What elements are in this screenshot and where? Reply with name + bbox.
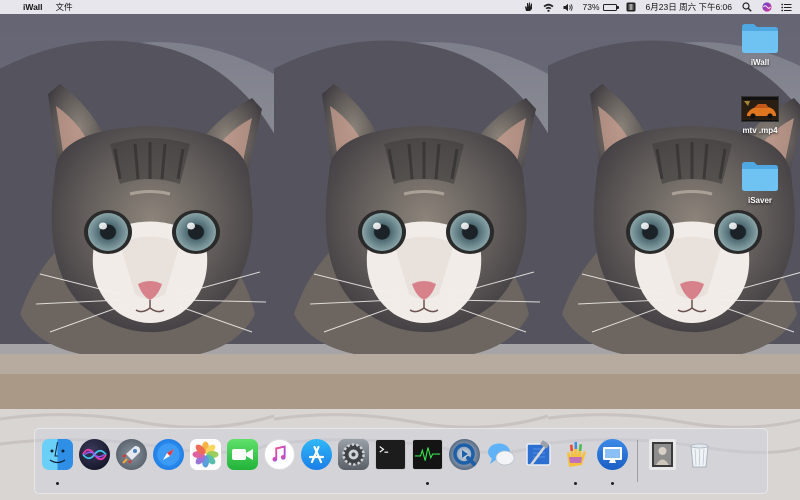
dock-facetime[interactable] (224, 435, 261, 487)
battery-status[interactable]: 73% (582, 2, 619, 12)
running-indicator (426, 482, 429, 485)
desktop-item-iwall-folder[interactable]: iWall (730, 22, 790, 67)
dock (34, 428, 768, 494)
app-menu-iwall[interactable]: iWall (23, 2, 43, 12)
folder-icon (742, 24, 778, 53)
folder-icon (742, 162, 778, 191)
itunes-icon (264, 439, 295, 470)
dock-terminal[interactable] (372, 435, 409, 487)
desktop-item-isaver-folder[interactable]: iSaver (730, 160, 790, 205)
running-indicator (574, 482, 577, 485)
battery-icon (602, 3, 619, 11)
messages-icon (486, 439, 517, 470)
input-method-icon[interactable] (626, 2, 637, 12)
volume-icon[interactable] (563, 3, 574, 12)
dock-separator (637, 440, 638, 482)
dock-activity-monitor[interactable] (409, 435, 446, 487)
photos-icon (190, 439, 221, 470)
notification-center-icon[interactable] (781, 3, 792, 12)
dock-xcode[interactable] (520, 435, 557, 487)
dock-quicktime[interactable] (446, 435, 483, 487)
dock-siri[interactable] (76, 435, 113, 487)
dock-photos[interactable] (187, 435, 224, 487)
xcode-icon (523, 439, 554, 470)
gear-icon (338, 439, 369, 470)
desktop-item-mtv-video[interactable]: mtv .mp4 (730, 96, 790, 135)
paint-hand-icon (560, 439, 591, 470)
dock-trash[interactable] (681, 435, 718, 487)
dock-system-preferences[interactable] (335, 435, 372, 487)
desktop-item-label: mtv .mp4 (742, 126, 778, 135)
running-indicator (56, 482, 59, 485)
app-store-icon (301, 439, 332, 470)
dock-itunes[interactable] (261, 435, 298, 487)
dock-app-store[interactable] (298, 435, 335, 487)
running-indicator (611, 482, 614, 485)
dock-finder[interactable] (39, 435, 76, 487)
dock-paint-hand[interactable] (557, 435, 594, 487)
dock-messages[interactable] (483, 435, 520, 487)
dock-launchpad[interactable] (113, 435, 150, 487)
desktop-item-label: iWall (750, 58, 770, 67)
activity-monitor-icon (412, 439, 443, 470)
safari-icon (153, 439, 184, 470)
desktop-item-label: iSaver (747, 196, 773, 205)
dock-safari[interactable] (150, 435, 187, 487)
facetime-icon (227, 439, 258, 470)
dock-iwall-monitor[interactable] (594, 435, 631, 487)
hand-icon[interactable] (523, 2, 534, 12)
downloads-stack-icon (649, 439, 676, 470)
siri-app-icon (79, 439, 110, 470)
monitor-icon (597, 439, 628, 470)
finder-icon (42, 439, 73, 470)
dock-downloads-stack[interactable] (644, 435, 681, 487)
menu-file[interactable]: 文件 (56, 1, 73, 13)
trash-icon (684, 439, 715, 470)
menu-bar: iWall 文件 73% 6月23日 周六 下午6:06 (0, 0, 800, 14)
video-thumbnail-icon (741, 96, 779, 122)
quicktime-icon (449, 439, 480, 470)
terminal-icon (375, 439, 406, 470)
spotlight-icon[interactable] (741, 2, 752, 12)
siri-icon[interactable] (761, 2, 772, 12)
battery-percent: 73% (582, 2, 600, 12)
launchpad-icon (116, 439, 147, 470)
clock-datetime[interactable]: 6月23日 周六 下午6:06 (646, 1, 732, 13)
wifi-icon[interactable] (543, 3, 554, 12)
